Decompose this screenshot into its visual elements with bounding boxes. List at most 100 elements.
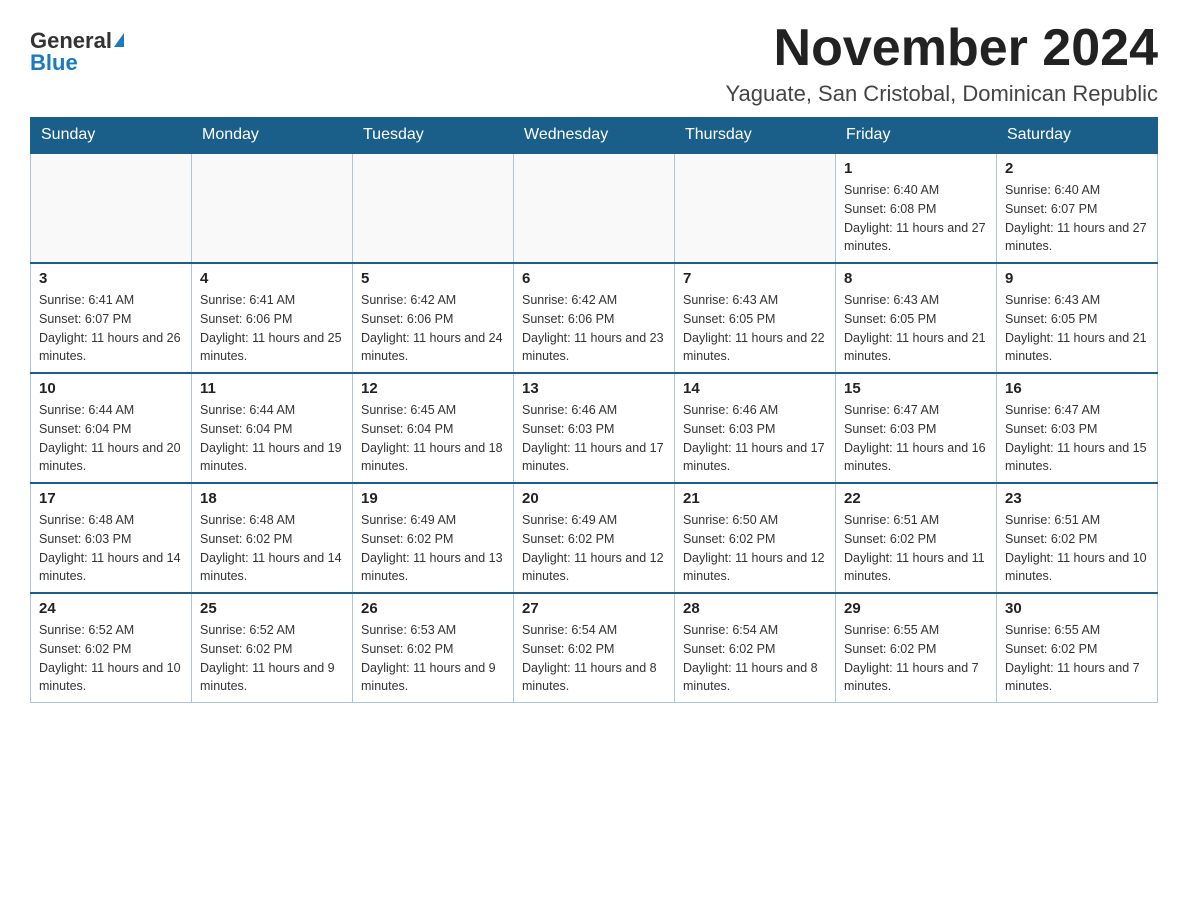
day-number: 21: [683, 490, 827, 507]
day-number: 2: [1005, 160, 1149, 177]
calendar-cell: 14 Sunrise: 6:46 AM Sunset: 6:03 PM Dayli…: [675, 373, 836, 483]
day-number: 28: [683, 600, 827, 617]
calendar-cell: 23Sunrise: 6:51 AM Sunset: 6:02 PM Dayli…: [997, 483, 1158, 593]
day-info: Sunrise: 6:40 AM Sunset: 6:07 PM Dayligh…: [1005, 181, 1149, 256]
calendar-cell: 18Sunrise: 6:48 AM Sunset: 6:02 PM Dayli…: [192, 483, 353, 593]
day-info: Sunrise: 6:45 AM Sunset: 6:04 PM Dayligh…: [361, 401, 505, 476]
day-info: Sunrise: 6:46 AM Sunset: 6:03 PM Dayligh…: [522, 401, 666, 476]
calendar-cell: 13 Sunrise: 6:46 AM Sunset: 6:03 PM Dayli…: [514, 373, 675, 483]
day-info: Sunrise: 6:52 AM Sunset: 6:02 PM Dayligh…: [200, 621, 344, 696]
day-info: Sunrise: 6:48 AM Sunset: 6:02 PM Dayligh…: [200, 511, 344, 586]
day-number: 20: [522, 490, 666, 507]
day-number: 7: [683, 270, 827, 287]
calendar-cell: 26 Sunrise: 6:53 AM Sunset: 6:02 PM Dayli…: [353, 593, 514, 703]
day-number: 3: [39, 270, 183, 287]
calendar-cell: 1 Sunrise: 6:40 AM Sunset: 6:08 PM Daylig…: [836, 153, 997, 263]
logo-general-text: General: [30, 30, 112, 52]
calendar-cell: 11Sunrise: 6:44 AM Sunset: 6:04 PM Dayli…: [192, 373, 353, 483]
day-info: Sunrise: 6:43 AM Sunset: 6:05 PM Dayligh…: [683, 291, 827, 366]
day-number: 19: [361, 490, 505, 507]
calendar-cell: 12 Sunrise: 6:45 AM Sunset: 6:04 PM Dayli…: [353, 373, 514, 483]
day-number: 16: [1005, 380, 1149, 397]
day-info: Sunrise: 6:54 AM Sunset: 6:02 PM Dayligh…: [522, 621, 666, 696]
day-number: 30: [1005, 600, 1149, 617]
day-info: Sunrise: 6:44 AM Sunset: 6:04 PM Dayligh…: [39, 401, 183, 476]
day-info: Sunrise: 6:49 AM Sunset: 6:02 PM Dayligh…: [522, 511, 666, 586]
day-number: 5: [361, 270, 505, 287]
day-number: 15: [844, 380, 988, 397]
page-header: General Blue November 2024 Yaguate, San …: [30, 20, 1158, 107]
calendar-cell: 5 Sunrise: 6:42 AM Sunset: 6:06 PM Daylig…: [353, 263, 514, 373]
day-number: 17: [39, 490, 183, 507]
day-info: Sunrise: 6:52 AM Sunset: 6:02 PM Dayligh…: [39, 621, 183, 696]
day-number: 12: [361, 380, 505, 397]
column-header-saturday: Saturday: [997, 118, 1158, 154]
calendar-cell: 28 Sunrise: 6:54 AM Sunset: 6:02 PM Dayli…: [675, 593, 836, 703]
calendar-cell: 15 Sunrise: 6:47 AM Sunset: 6:03 PM Dayli…: [836, 373, 997, 483]
day-info: Sunrise: 6:47 AM Sunset: 6:03 PM Dayligh…: [1005, 401, 1149, 476]
week-row-2: 3 Sunrise: 6:41 AM Sunset: 6:07 PM Daylig…: [31, 263, 1158, 373]
day-number: 13: [522, 380, 666, 397]
location-subtitle: Yaguate, San Cristobal, Dominican Republ…: [726, 81, 1159, 107]
calendar-cell: 7 Sunrise: 6:43 AM Sunset: 6:05 PM Daylig…: [675, 263, 836, 373]
title-area: November 2024 Yaguate, San Cristobal, Do…: [726, 20, 1159, 107]
column-header-tuesday: Tuesday: [353, 118, 514, 154]
day-info: Sunrise: 6:43 AM Sunset: 6:05 PM Dayligh…: [844, 291, 988, 366]
day-number: 23: [1005, 490, 1149, 507]
day-info: Sunrise: 6:43 AM Sunset: 6:05 PM Dayligh…: [1005, 291, 1149, 366]
calendar-cell: [675, 153, 836, 263]
column-header-monday: Monday: [192, 118, 353, 154]
day-number: 4: [200, 270, 344, 287]
day-info: Sunrise: 6:42 AM Sunset: 6:06 PM Dayligh…: [361, 291, 505, 366]
calendar-cell: 27Sunrise: 6:54 AM Sunset: 6:02 PM Dayli…: [514, 593, 675, 703]
calendar-table: SundayMondayTuesdayWednesdayThursdayFrid…: [30, 117, 1158, 703]
column-header-sunday: Sunday: [31, 118, 192, 154]
calendar-cell: 2 Sunrise: 6:40 AM Sunset: 6:07 PM Daylig…: [997, 153, 1158, 263]
day-number: 6: [522, 270, 666, 287]
day-info: Sunrise: 6:54 AM Sunset: 6:02 PM Dayligh…: [683, 621, 827, 696]
calendar-cell: 24Sunrise: 6:52 AM Sunset: 6:02 PM Dayli…: [31, 593, 192, 703]
calendar-cell: 20 Sunrise: 6:49 AM Sunset: 6:02 PM Dayli…: [514, 483, 675, 593]
day-number: 22: [844, 490, 988, 507]
calendar-cell: 4 Sunrise: 6:41 AM Sunset: 6:06 PM Daylig…: [192, 263, 353, 373]
calendar-cell: 10 Sunrise: 6:44 AM Sunset: 6:04 PM Dayli…: [31, 373, 192, 483]
day-info: Sunrise: 6:46 AM Sunset: 6:03 PM Dayligh…: [683, 401, 827, 476]
day-number: 29: [844, 600, 988, 617]
day-info: Sunrise: 6:51 AM Sunset: 6:02 PM Dayligh…: [844, 511, 988, 586]
day-number: 26: [361, 600, 505, 617]
day-number: 9: [1005, 270, 1149, 287]
column-header-friday: Friday: [836, 118, 997, 154]
calendar-cell: 19Sunrise: 6:49 AM Sunset: 6:02 PM Dayli…: [353, 483, 514, 593]
calendar-cell: 29Sunrise: 6:55 AM Sunset: 6:02 PM Dayli…: [836, 593, 997, 703]
day-info: Sunrise: 6:50 AM Sunset: 6:02 PM Dayligh…: [683, 511, 827, 586]
day-info: Sunrise: 6:53 AM Sunset: 6:02 PM Dayligh…: [361, 621, 505, 696]
day-info: Sunrise: 6:41 AM Sunset: 6:07 PM Dayligh…: [39, 291, 183, 366]
day-number: 8: [844, 270, 988, 287]
logo-arrow-icon: [114, 33, 124, 47]
day-number: 14: [683, 380, 827, 397]
day-number: 10: [39, 380, 183, 397]
calendar-cell: 16 Sunrise: 6:47 AM Sunset: 6:03 PM Dayli…: [997, 373, 1158, 483]
week-row-4: 17 Sunrise: 6:48 AM Sunset: 6:03 PM Dayli…: [31, 483, 1158, 593]
calendar-cell: 25 Sunrise: 6:52 AM Sunset: 6:02 PM Dayli…: [192, 593, 353, 703]
calendar-cell: [353, 153, 514, 263]
day-info: Sunrise: 6:47 AM Sunset: 6:03 PM Dayligh…: [844, 401, 988, 476]
calendar-cell: 8 Sunrise: 6:43 AM Sunset: 6:05 PM Daylig…: [836, 263, 997, 373]
column-header-thursday: Thursday: [675, 118, 836, 154]
week-row-3: 10 Sunrise: 6:44 AM Sunset: 6:04 PM Dayli…: [31, 373, 1158, 483]
day-number: 25: [200, 600, 344, 617]
day-info: Sunrise: 6:40 AM Sunset: 6:08 PM Dayligh…: [844, 181, 988, 256]
calendar-cell: 6Sunrise: 6:42 AM Sunset: 6:06 PM Daylig…: [514, 263, 675, 373]
day-info: Sunrise: 6:48 AM Sunset: 6:03 PM Dayligh…: [39, 511, 183, 586]
week-row-5: 24Sunrise: 6:52 AM Sunset: 6:02 PM Dayli…: [31, 593, 1158, 703]
logo: General Blue: [30, 30, 124, 74]
day-info: Sunrise: 6:41 AM Sunset: 6:06 PM Dayligh…: [200, 291, 344, 366]
calendar-cell: [514, 153, 675, 263]
calendar-cell: 3 Sunrise: 6:41 AM Sunset: 6:07 PM Daylig…: [31, 263, 192, 373]
calendar-cell: 21 Sunrise: 6:50 AM Sunset: 6:02 PM Dayli…: [675, 483, 836, 593]
month-title: November 2024: [726, 20, 1159, 77]
day-number: 1: [844, 160, 988, 177]
logo-blue-text: Blue: [30, 52, 78, 74]
calendar-cell: 22 Sunrise: 6:51 AM Sunset: 6:02 PM Dayli…: [836, 483, 997, 593]
calendar-cell: 17 Sunrise: 6:48 AM Sunset: 6:03 PM Dayli…: [31, 483, 192, 593]
